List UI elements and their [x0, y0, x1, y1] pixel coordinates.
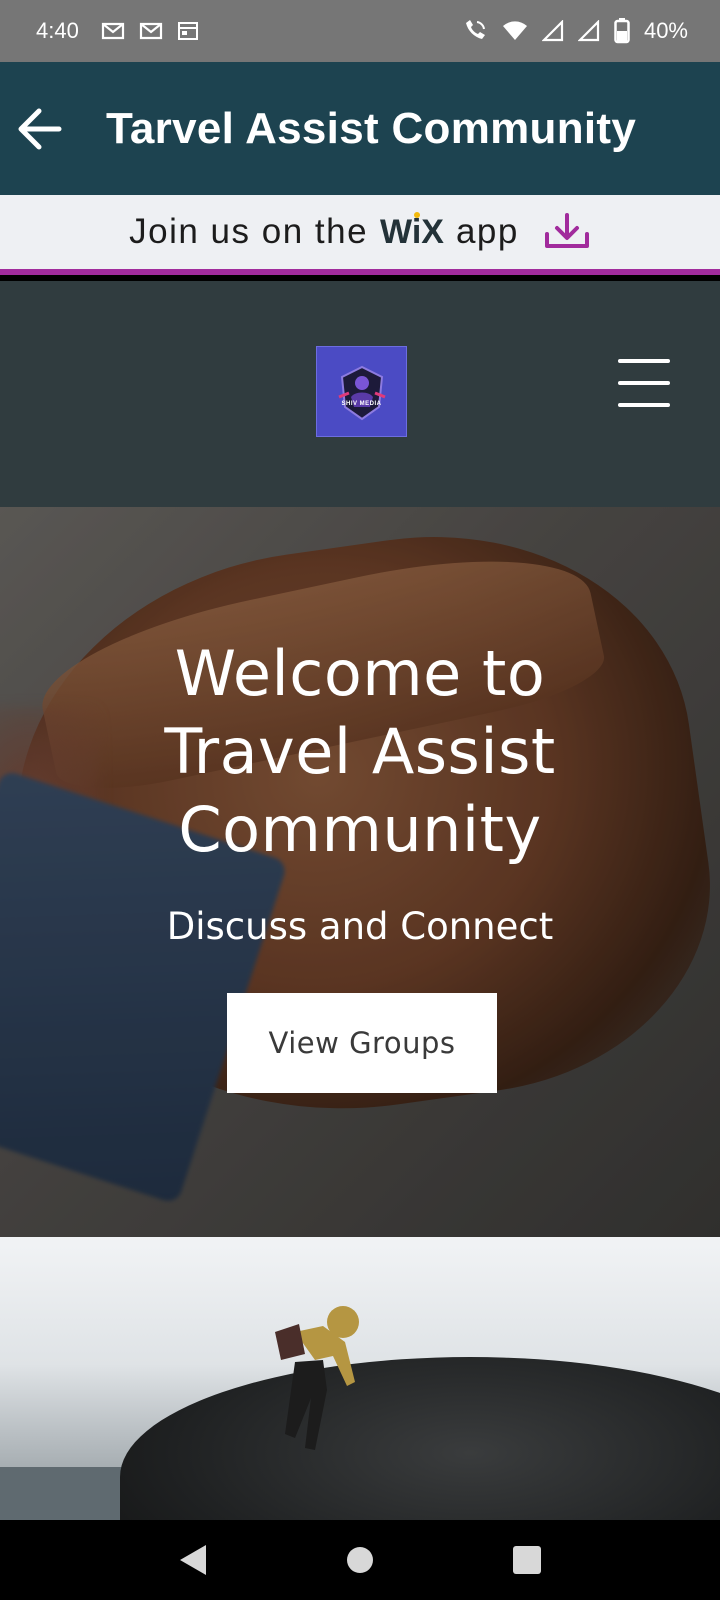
status-bar: 4:40 40%	[0, 0, 720, 62]
join-text: Join us on the	[129, 212, 369, 251]
hero-content: Welcome to Travel Assist Community Discu…	[0, 635, 720, 948]
download-icon[interactable]	[543, 212, 591, 252]
hero-title-line: Travel Assist	[164, 715, 556, 788]
battery-icon	[614, 18, 630, 44]
wifi-icon	[502, 20, 528, 42]
climber-figure	[275, 1306, 359, 1450]
recents-nav-icon[interactable]	[507, 1540, 547, 1580]
climber-photo	[0, 1237, 720, 1520]
shield-logo-icon	[337, 365, 386, 420]
gmail-icon	[101, 22, 125, 40]
home-nav-icon[interactable]	[340, 1540, 380, 1580]
status-left: 4:40	[36, 18, 199, 44]
hero-subtitle: Discuss and Connect	[166, 905, 554, 948]
hero-title-line: Community	[178, 793, 542, 866]
wix-dot	[414, 211, 421, 218]
hero-title-line: Welcome to	[174, 637, 546, 710]
hero-section: Welcome to Travel Assist Community Discu…	[0, 507, 720, 1237]
app-bar: Tarvel Assist Community	[0, 62, 720, 195]
signal-icon	[541, 20, 564, 42]
join-wix-banner[interactable]: Join us on the WiX app	[0, 195, 720, 275]
site-header: SHIV MEDIA	[0, 281, 720, 507]
hamburger-menu-icon[interactable]	[618, 359, 670, 407]
wix-logo: WiX	[380, 211, 444, 251]
logo-text: SHIV MEDIA	[341, 401, 382, 407]
wifi-calling-icon	[462, 19, 488, 43]
arrow-back-icon	[18, 108, 62, 149]
hero-title: Welcome to Travel Assist Community	[0, 635, 720, 869]
view-groups-button[interactable]: View Groups	[227, 993, 497, 1093]
site-logo[interactable]: SHIV MEDIA	[316, 346, 407, 437]
battery-percent: 40%	[643, 18, 688, 43]
status-time: 4:40	[36, 18, 79, 43]
signal-icon	[577, 20, 600, 42]
join-app-text: app	[455, 212, 519, 251]
calendar-icon	[177, 21, 199, 41]
system-nav-bar	[0, 1520, 720, 1600]
status-right: 40%	[462, 18, 688, 44]
app-title: Tarvel Assist Community	[106, 103, 637, 153]
back-nav-icon[interactable]	[173, 1540, 213, 1580]
gmail-icon	[139, 22, 163, 40]
rocks	[120, 1357, 720, 1520]
back-button[interactable]	[4, 94, 74, 164]
